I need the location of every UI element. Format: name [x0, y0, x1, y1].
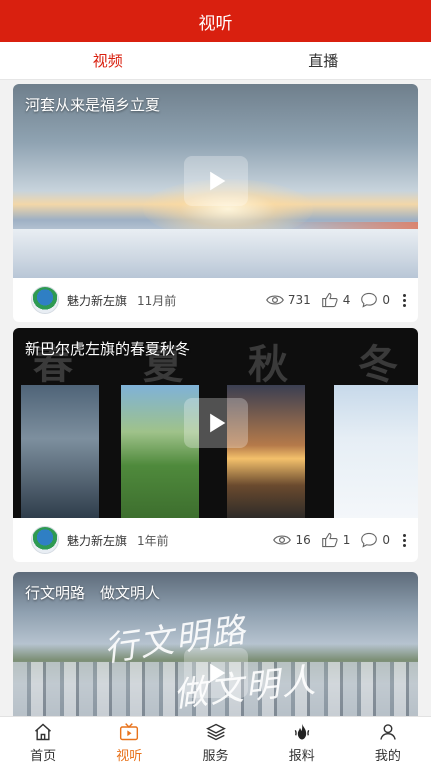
page-title: 视听: [198, 13, 233, 34]
view-count: 16: [273, 532, 311, 548]
publish-age: 1年前: [137, 533, 169, 548]
home-icon: [35, 723, 52, 740]
video-feed[interactable]: 河套从来是福乡立夏 魅力新左旗 11月前 731 4 0 春 夏 秋 冬 新巴尔…: [0, 80, 431, 716]
winter-panel: [334, 385, 418, 518]
view-count: 731: [265, 292, 311, 308]
tabbar-item-report[interactable]: 报料: [259, 717, 345, 768]
video-title: 新巴尔虎左旗的春夏秋冬: [25, 340, 191, 358]
source-avatar[interactable]: [31, 286, 59, 314]
video-card[interactable]: 河套从来是福乡立夏 魅力新左旗 11月前 731 4 0: [13, 84, 418, 322]
like-button[interactable]: 4: [321, 292, 351, 308]
tab-video[interactable]: 视频: [0, 42, 216, 79]
play-icon: [210, 171, 226, 191]
comment-count: 0: [382, 293, 390, 307]
play-icon: [210, 413, 226, 433]
view-count-value: 731: [287, 293, 311, 307]
publish-age: 11月前: [137, 293, 177, 308]
tabbar-item-services[interactable]: 服务: [172, 717, 258, 768]
tv-icon: [120, 722, 139, 740]
video-title: 河套从来是福乡立夏: [25, 96, 161, 114]
app-header: 视听: [0, 0, 431, 42]
play-button[interactable]: [184, 648, 248, 698]
tabbar-label: 视听: [116, 748, 143, 764]
thumbs-up-icon: [321, 292, 338, 308]
comment-icon: [361, 292, 378, 308]
more-options-icon[interactable]: [400, 293, 408, 307]
comment-button[interactable]: 0: [360, 532, 390, 548]
season-char: 冬: [358, 341, 398, 388]
user-icon: [380, 723, 396, 740]
tabbar-label: 报料: [288, 748, 315, 764]
like-count: 4: [342, 293, 351, 307]
video-card[interactable]: 行文明路 做文明人 行文明路 做文明人: [13, 572, 418, 716]
source-name[interactable]: 魅力新左旗: [67, 532, 127, 549]
video-meta: 魅力新左旗 1年前 16 1 0: [13, 518, 418, 562]
eye-icon: [265, 295, 284, 305]
video-title: 行文明路 做文明人: [25, 584, 161, 602]
layers-icon: [205, 723, 226, 740]
video-thumbnail[interactable]: 春 夏 秋 冬 新巴尔虎左旗的春夏秋冬: [13, 328, 418, 518]
video-thumbnail[interactable]: 河套从来是福乡立夏: [13, 84, 418, 278]
like-button[interactable]: 1: [321, 532, 351, 548]
video-thumbnail[interactable]: 行文明路 做文明人 行文明路 做文明人: [13, 572, 418, 716]
bottom-tab-bar: 首页 视听 服务 报料 我的: [0, 716, 431, 768]
tabbar-label: 我的: [374, 748, 401, 764]
tabbar-item-home[interactable]: 首页: [0, 717, 86, 768]
channel-tabs: 视频 直播: [0, 42, 431, 80]
comment-icon: [361, 532, 378, 548]
tabbar-label: 首页: [30, 748, 57, 764]
tab-live[interactable]: 直播: [216, 42, 431, 79]
video-card[interactable]: 春 夏 秋 冬 新巴尔虎左旗的春夏秋冬 魅力新左旗 1年前 16 1 0: [13, 328, 418, 562]
play-icon: [210, 663, 226, 683]
play-button[interactable]: [184, 398, 248, 448]
video-meta: 魅力新左旗 11月前 731 4 0: [13, 278, 418, 322]
tabbar-item-audiovisual[interactable]: 视听: [86, 717, 172, 768]
tabbar-item-profile[interactable]: 我的: [345, 717, 431, 768]
like-count: 1: [342, 533, 351, 547]
thumbnail-cloud-sea: [13, 229, 418, 278]
view-count-value: 16: [295, 533, 311, 547]
fire-icon: [294, 723, 309, 739]
more-options-icon[interactable]: [400, 533, 408, 547]
season-char: 秋: [248, 341, 288, 388]
play-button[interactable]: [184, 156, 248, 206]
eye-icon: [273, 535, 292, 545]
source-name[interactable]: 魅力新左旗: [67, 292, 127, 309]
tabbar-label: 服务: [202, 748, 229, 764]
comment-button[interactable]: 0: [360, 292, 390, 308]
thumbs-up-icon: [321, 532, 338, 548]
comment-count: 0: [382, 533, 390, 547]
spring-panel: [21, 385, 99, 518]
source-avatar[interactable]: [31, 526, 59, 554]
